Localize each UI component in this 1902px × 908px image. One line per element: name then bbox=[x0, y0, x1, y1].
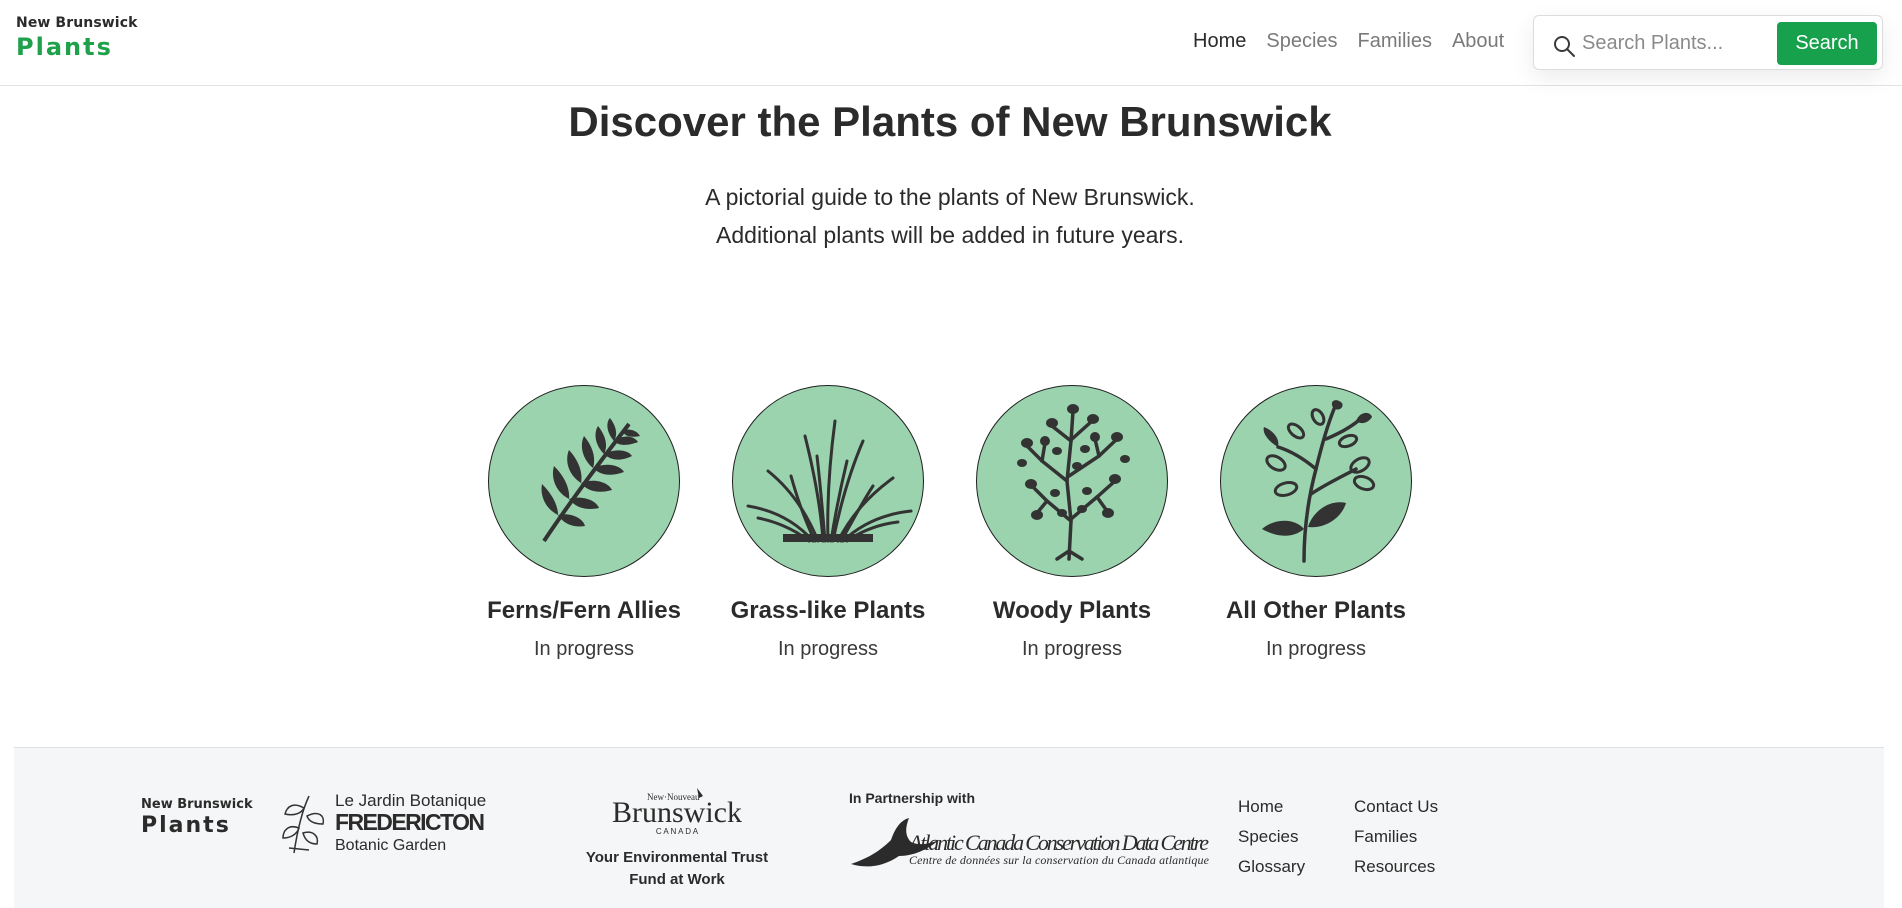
category-grass-circle[interactable] bbox=[732, 385, 924, 577]
site-header: New Brunswick Plants Home Species Famili… bbox=[0, 0, 1902, 86]
site-logo[interactable]: New Brunswick Plants bbox=[16, 16, 138, 59]
footer-logo[interactable]: New Brunswick Plants bbox=[141, 798, 253, 837]
partner-label: In Partnership with bbox=[849, 790, 976, 806]
category-title[interactable]: All Other Plants bbox=[1216, 597, 1416, 625]
category-status: In progress bbox=[1265, 638, 1367, 660]
footer-logo-bottom: Plants bbox=[141, 813, 231, 838]
category-woody-circle[interactable] bbox=[976, 385, 1168, 577]
footer-links-col-2: Contact Us Families Resources bbox=[1354, 792, 1438, 882]
footer-link-families[interactable]: Families bbox=[1354, 822, 1438, 852]
page-subtitle: A pictorial guide to the plants of New B… bbox=[0, 178, 1900, 254]
search-input[interactable] bbox=[1580, 27, 1804, 59]
footer-link-home[interactable]: Home bbox=[1238, 792, 1305, 822]
category-woody[interactable]: Woody Plants In progress bbox=[972, 385, 1172, 661]
category-ferns-circle[interactable] bbox=[488, 385, 680, 577]
logo-top-text: New Brunswick bbox=[16, 15, 138, 31]
svg-text:C A N A D A: C A N A D A bbox=[656, 827, 699, 836]
svg-text:FREDERICTON: FREDERICTON bbox=[335, 809, 485, 835]
category-grass[interactable]: Grass-like Plants In progress bbox=[728, 385, 928, 661]
footer-link-contact[interactable]: Contact Us bbox=[1354, 792, 1438, 822]
nav-families[interactable]: Families bbox=[1358, 30, 1432, 53]
category-other-circle[interactable] bbox=[1220, 385, 1412, 577]
svg-text:Centre de données sur la conse: Centre de données sur la conservation du… bbox=[909, 853, 1210, 867]
svg-text:Atlantic Canada Conservation D: Atlantic Canada Conservation Data Centre bbox=[907, 830, 1209, 855]
category-status: In progress bbox=[777, 638, 879, 660]
footer-link-glossary[interactable]: Glossary bbox=[1238, 852, 1305, 882]
partner-block: In Partnership with Atlantic Canada Cons… bbox=[849, 790, 1229, 881]
grass-icon bbox=[746, 419, 913, 543]
logo-bottom-text: Plants bbox=[16, 33, 113, 61]
search-box: Search bbox=[1533, 15, 1883, 70]
subtitle-line-2: Additional plants will be added in futur… bbox=[716, 222, 1184, 248]
nb-wordmark: New·Nouveau Brunswick C A N A D A bbox=[612, 788, 742, 836]
page-title: Discover the Plants of New Brunswick bbox=[568, 98, 1332, 145]
category-status: In progress bbox=[533, 638, 635, 660]
nb-fund-text: Your Environmental Trust Fund at Work bbox=[585, 849, 769, 888]
category-title[interactable]: Woody Plants bbox=[972, 597, 1172, 625]
nav-home[interactable]: Home bbox=[1193, 30, 1246, 53]
category-ferns[interactable]: Ferns/Fern Allies In progress bbox=[484, 385, 684, 661]
category-other[interactable]: All Other Plants In progress bbox=[1216, 385, 1416, 661]
subtitle-line-1: A pictorial guide to the plants of New B… bbox=[705, 184, 1195, 210]
category-status: In progress bbox=[1021, 638, 1123, 660]
footer-link-species[interactable]: Species bbox=[1238, 822, 1305, 852]
nav-species[interactable]: Species bbox=[1266, 30, 1337, 53]
site-footer: New Brunswick Plants Le Jardin Botanique… bbox=[14, 747, 1884, 908]
tree-icon bbox=[1017, 404, 1130, 561]
plant-icon bbox=[1262, 399, 1376, 563]
fern-icon bbox=[541, 418, 640, 543]
category-title[interactable]: Grass-like Plants bbox=[728, 597, 928, 625]
search-button[interactable]: Search bbox=[1777, 22, 1877, 65]
category-title[interactable]: Ferns/Fern Allies bbox=[484, 597, 684, 625]
footer-links-col-1: Home Species Glossary bbox=[1238, 792, 1305, 882]
accdc-logo[interactable]: Atlantic Canada Conservation Data Centre… bbox=[849, 806, 1229, 876]
main-nav: Home Species Families About bbox=[1193, 30, 1504, 53]
svg-text:Botanic Garden: Botanic Garden bbox=[335, 837, 446, 854]
svg-text:Le Jardin Botanique de: Le Jardin Botanique de bbox=[335, 791, 489, 810]
svg-text:Brunswick: Brunswick bbox=[612, 796, 742, 829]
search-icon bbox=[1554, 36, 1575, 57]
botanic-garden-logo[interactable]: Le Jardin Botanique de FREDERICTON Botan… bbox=[279, 788, 489, 858]
footer-logo-top: New Brunswick bbox=[141, 797, 253, 812]
nb-trust-fund-logo[interactable]: New·Nouveau Brunswick C A N A D A Your E… bbox=[567, 786, 787, 891]
footer-link-resources[interactable]: Resources bbox=[1354, 852, 1438, 882]
nav-about[interactable]: About bbox=[1452, 30, 1504, 53]
